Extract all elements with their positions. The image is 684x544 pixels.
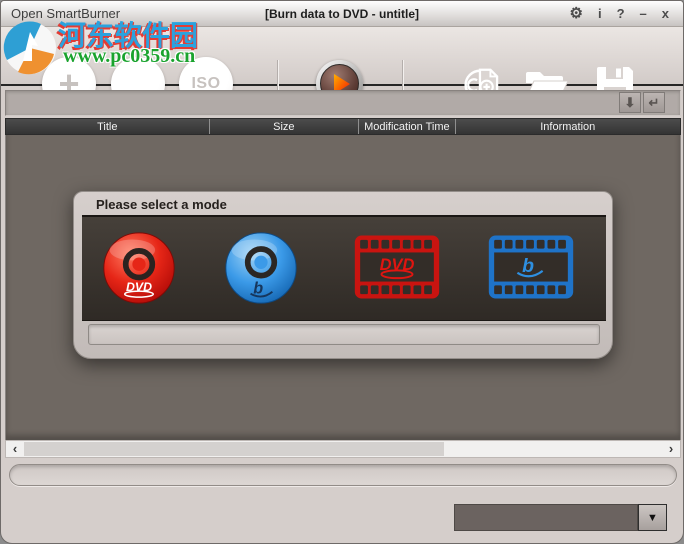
dvd-disc-icon[interactable]: DVD bbox=[101, 229, 177, 307]
app-window: Open SmartBurner [Burn data to DVD - unt… bbox=[0, 0, 684, 544]
enter-button[interactable]: ↵ bbox=[643, 92, 665, 113]
file-table-header: Title Size Modification Time Information bbox=[5, 118, 681, 135]
mode-icons-panel: DVD b DVD b bbox=[82, 215, 606, 321]
titlebar-controls: ⚙ i ? – x bbox=[570, 5, 670, 23]
down-arrow-button[interactable]: ⬇ bbox=[619, 92, 641, 113]
mode-select-dialog: Please select a mode DVD b DVD b bbox=[73, 191, 613, 359]
enter-arrow-icon: ↵ bbox=[648, 94, 660, 110]
device-select-arrow-button[interactable]: ▼ bbox=[638, 504, 667, 531]
device-select[interactable] bbox=[454, 504, 638, 531]
scroll-right-icon[interactable]: › bbox=[664, 441, 678, 457]
column-header-size[interactable]: Size bbox=[210, 119, 360, 134]
bluray-film-logo: b bbox=[522, 255, 534, 277]
dialog-status-inset bbox=[88, 324, 600, 345]
column-header-information[interactable]: Information bbox=[456, 119, 680, 134]
scrollbar-thumb[interactable] bbox=[24, 442, 444, 456]
column-header-modification-time[interactable]: Modification Time bbox=[359, 119, 456, 134]
bluray-disc-icon[interactable]: b bbox=[223, 229, 299, 307]
path-bar[interactable] bbox=[5, 90, 681, 116]
close-icon[interactable]: x bbox=[662, 5, 669, 23]
column-header-title[interactable]: Title bbox=[6, 119, 210, 134]
settings-gear-icon[interactable]: ⚙ bbox=[570, 5, 583, 23]
info-icon[interactable]: i bbox=[598, 5, 602, 23]
down-arrow-icon: ⬇ bbox=[624, 94, 636, 110]
help-icon[interactable]: ? bbox=[617, 5, 625, 23]
minimize-icon[interactable]: – bbox=[640, 5, 647, 23]
chevron-down-icon: ▼ bbox=[647, 511, 658, 524]
titlebar[interactable]: Open SmartBurner [Burn data to DVD - unt… bbox=[1, 1, 683, 27]
horizontal-scrollbar[interactable]: ‹ › bbox=[5, 440, 681, 458]
status-bar bbox=[9, 464, 677, 486]
dvd-film-icon[interactable]: DVD bbox=[354, 235, 440, 299]
bluray-film-icon[interactable]: b bbox=[488, 235, 574, 299]
dialog-title: Please select a mode bbox=[96, 197, 227, 212]
main-toolbar: + ISO bbox=[1, 27, 683, 111]
scroll-left-icon[interactable]: ‹ bbox=[8, 441, 22, 457]
